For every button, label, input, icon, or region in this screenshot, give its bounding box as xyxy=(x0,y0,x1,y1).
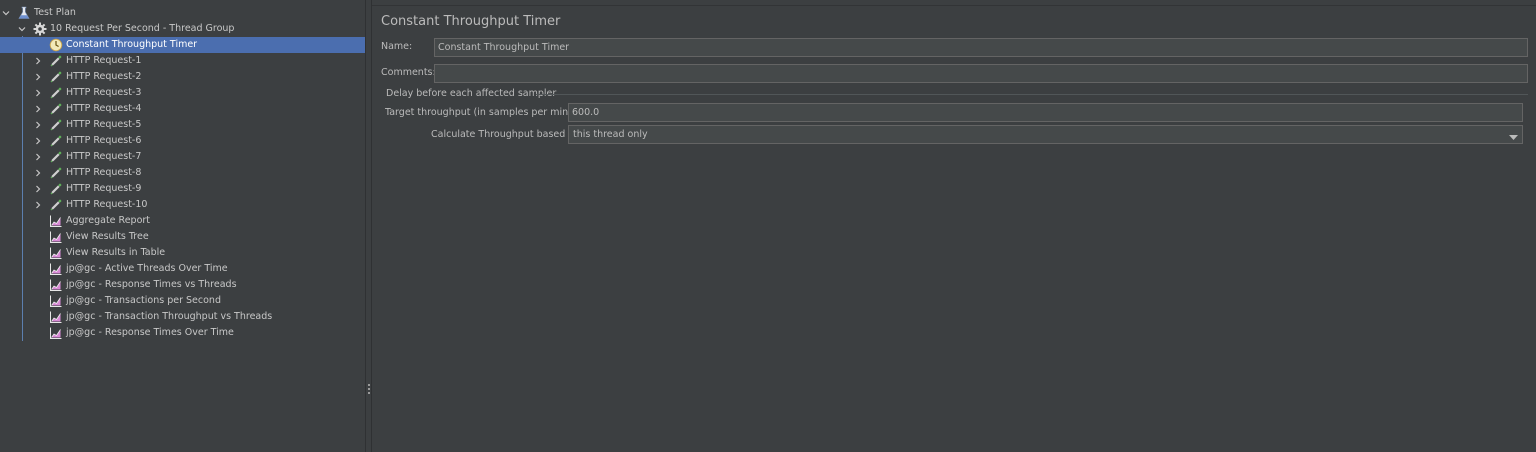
comments-field[interactable] xyxy=(434,64,1528,83)
listener-chart-icon xyxy=(49,326,63,340)
tree-item-jp-gc-response-times-over-time[interactable]: jp@gc - Response Times Over Time xyxy=(0,325,365,341)
chevron-right-icon[interactable] xyxy=(33,133,43,149)
tree-item-label: jp@gc - Response Times vs Threads xyxy=(66,279,237,290)
tree-item-label: Constant Throughput Timer xyxy=(66,39,198,50)
splitter-grip-icon[interactable] xyxy=(368,384,370,394)
pipette-icon xyxy=(49,150,63,164)
name-label: Name: xyxy=(381,41,413,52)
tree-item-http-request-1[interactable]: HTTP Request-1 xyxy=(0,53,365,69)
group-title: Delay before each affected sampler xyxy=(386,88,557,99)
tree-item-test-plan[interactable]: Test Plan xyxy=(0,5,365,21)
tree-item-label: HTTP Request-8 xyxy=(66,167,142,178)
tree-item-jp-gc-response-times-vs-threads[interactable]: jp@gc - Response Times vs Threads xyxy=(0,277,365,293)
tree-item-constant-throughput-timer[interactable]: Constant Throughput Timer xyxy=(0,37,365,53)
tree-item-label: jp@gc - Response Times Over Time xyxy=(66,327,234,338)
tree-item-view-results-tree[interactable]: View Results Tree xyxy=(0,229,365,245)
pipette-icon xyxy=(49,86,63,100)
tree-item-http-request-10[interactable]: HTTP Request-10 xyxy=(0,197,365,213)
tree-item-label: jp@gc - Transactions per Second xyxy=(66,295,221,306)
gear-icon xyxy=(33,22,47,36)
tree-item-label: 10 Request Per Second - Thread Group xyxy=(50,23,235,34)
tree-item-label: View Results in Table xyxy=(66,247,166,258)
calc-throughput-label: Calculate Throughput based on: xyxy=(431,129,584,140)
element-editor: Constant Throughput Timer Name: Comments… xyxy=(372,0,1536,452)
listener-chart-icon xyxy=(49,246,63,260)
tree-item-label: jp@gc - Active Threads Over Time xyxy=(66,263,228,274)
group-divider xyxy=(536,94,1528,95)
tree-item-label: HTTP Request-10 xyxy=(66,199,148,210)
tree-item-label: jp@gc - Transaction Throughput vs Thread… xyxy=(66,311,273,322)
pipette-icon xyxy=(49,198,63,212)
tree-item-http-request-7[interactable]: HTTP Request-7 xyxy=(0,149,365,165)
target-throughput-label: Target throughput (in samples per minute… xyxy=(385,107,591,118)
chevron-right-icon[interactable] xyxy=(33,85,43,101)
test-plan-tree: Test Plan 10 Request Per Second - Thread … xyxy=(0,0,365,452)
calc-throughput-value: this thread only xyxy=(573,129,648,140)
tree-item-http-request-6[interactable]: HTTP Request-6 xyxy=(0,133,365,149)
chevron-right-icon[interactable] xyxy=(33,69,43,85)
tree-item-view-results-in-table[interactable]: View Results in Table xyxy=(0,245,365,261)
pipette-icon xyxy=(49,182,63,196)
tree-item-jp-gc-active-threads-over-time[interactable]: jp@gc - Active Threads Over Time xyxy=(0,261,365,277)
tree-item-jp-gc-transaction-throughput-vs-threads[interactable]: jp@gc - Transaction Throughput vs Thread… xyxy=(0,309,365,325)
tree-item-http-request-8[interactable]: HTTP Request-8 xyxy=(0,165,365,181)
chevron-right-icon[interactable] xyxy=(33,197,43,213)
chevron-right-icon[interactable] xyxy=(33,53,43,69)
chevron-right-icon[interactable] xyxy=(33,181,43,197)
tree-item-aggregate-report[interactable]: Aggregate Report xyxy=(0,213,365,229)
chevron-right-icon[interactable] xyxy=(33,101,43,117)
listener-chart-icon xyxy=(49,230,63,244)
tree-item-label: HTTP Request-5 xyxy=(66,119,142,130)
chevron-right-icon[interactable] xyxy=(33,165,43,181)
chevron-right-icon[interactable] xyxy=(33,117,43,133)
jmeter-window: Test Plan 10 Request Per Second - Thread … xyxy=(0,0,1536,452)
tree-item-label: HTTP Request-7 xyxy=(66,151,142,162)
tree-item-http-request-9[interactable]: HTTP Request-9 xyxy=(0,181,365,197)
listener-chart-icon xyxy=(49,294,63,308)
listener-chart-icon xyxy=(49,310,63,324)
tree-item-10-request-per-second-thread-group[interactable]: 10 Request Per Second - Thread Group xyxy=(0,21,365,37)
timer-icon xyxy=(49,38,63,52)
tree-item-label: Aggregate Report xyxy=(66,215,151,226)
name-field[interactable] xyxy=(434,38,1528,57)
pipette-icon xyxy=(49,166,63,180)
tree-item-http-request-4[interactable]: HTTP Request-4 xyxy=(0,101,365,117)
tree-item-http-request-5[interactable]: HTTP Request-5 xyxy=(0,117,365,133)
pipette-icon xyxy=(49,54,63,68)
pipette-icon xyxy=(49,134,63,148)
chevron-right-icon[interactable] xyxy=(33,149,43,165)
panel-splitter[interactable] xyxy=(365,0,372,452)
pipette-icon xyxy=(49,70,63,84)
divider xyxy=(372,5,1536,6)
tree-item-label: HTTP Request-9 xyxy=(66,183,142,194)
target-throughput-field[interactable] xyxy=(568,103,1523,122)
tree-item-http-request-2[interactable]: HTTP Request-2 xyxy=(0,69,365,85)
tree-item-label: HTTP Request-3 xyxy=(66,87,142,98)
tree-item-label: View Results Tree xyxy=(66,231,149,242)
tree-item-label: HTTP Request-1 xyxy=(66,55,142,66)
tree-item-label: HTTP Request-4 xyxy=(66,103,142,114)
page-title: Constant Throughput Timer xyxy=(381,14,561,29)
listener-chart-icon xyxy=(49,262,63,276)
tree-item-jp-gc-transactions-per-second[interactable]: jp@gc - Transactions per Second xyxy=(0,293,365,309)
listener-chart-icon xyxy=(49,278,63,292)
chevron-down-icon[interactable] xyxy=(17,21,27,37)
tree-item-label: HTTP Request-2 xyxy=(66,71,142,82)
chevron-down-icon[interactable] xyxy=(1509,131,1518,140)
pipette-icon xyxy=(49,118,63,132)
comments-label: Comments: xyxy=(381,67,436,78)
tree-item-http-request-3[interactable]: HTTP Request-3 xyxy=(0,85,365,101)
listener-chart-icon xyxy=(49,214,63,228)
test-plan-icon xyxy=(17,6,31,20)
tree-item-label: HTTP Request-6 xyxy=(66,135,142,146)
pipette-icon xyxy=(49,102,63,116)
chevron-down-icon[interactable] xyxy=(1,5,11,21)
tree-item-label: Test Plan xyxy=(34,7,76,18)
calc-throughput-select[interactable]: this thread only xyxy=(568,125,1523,144)
